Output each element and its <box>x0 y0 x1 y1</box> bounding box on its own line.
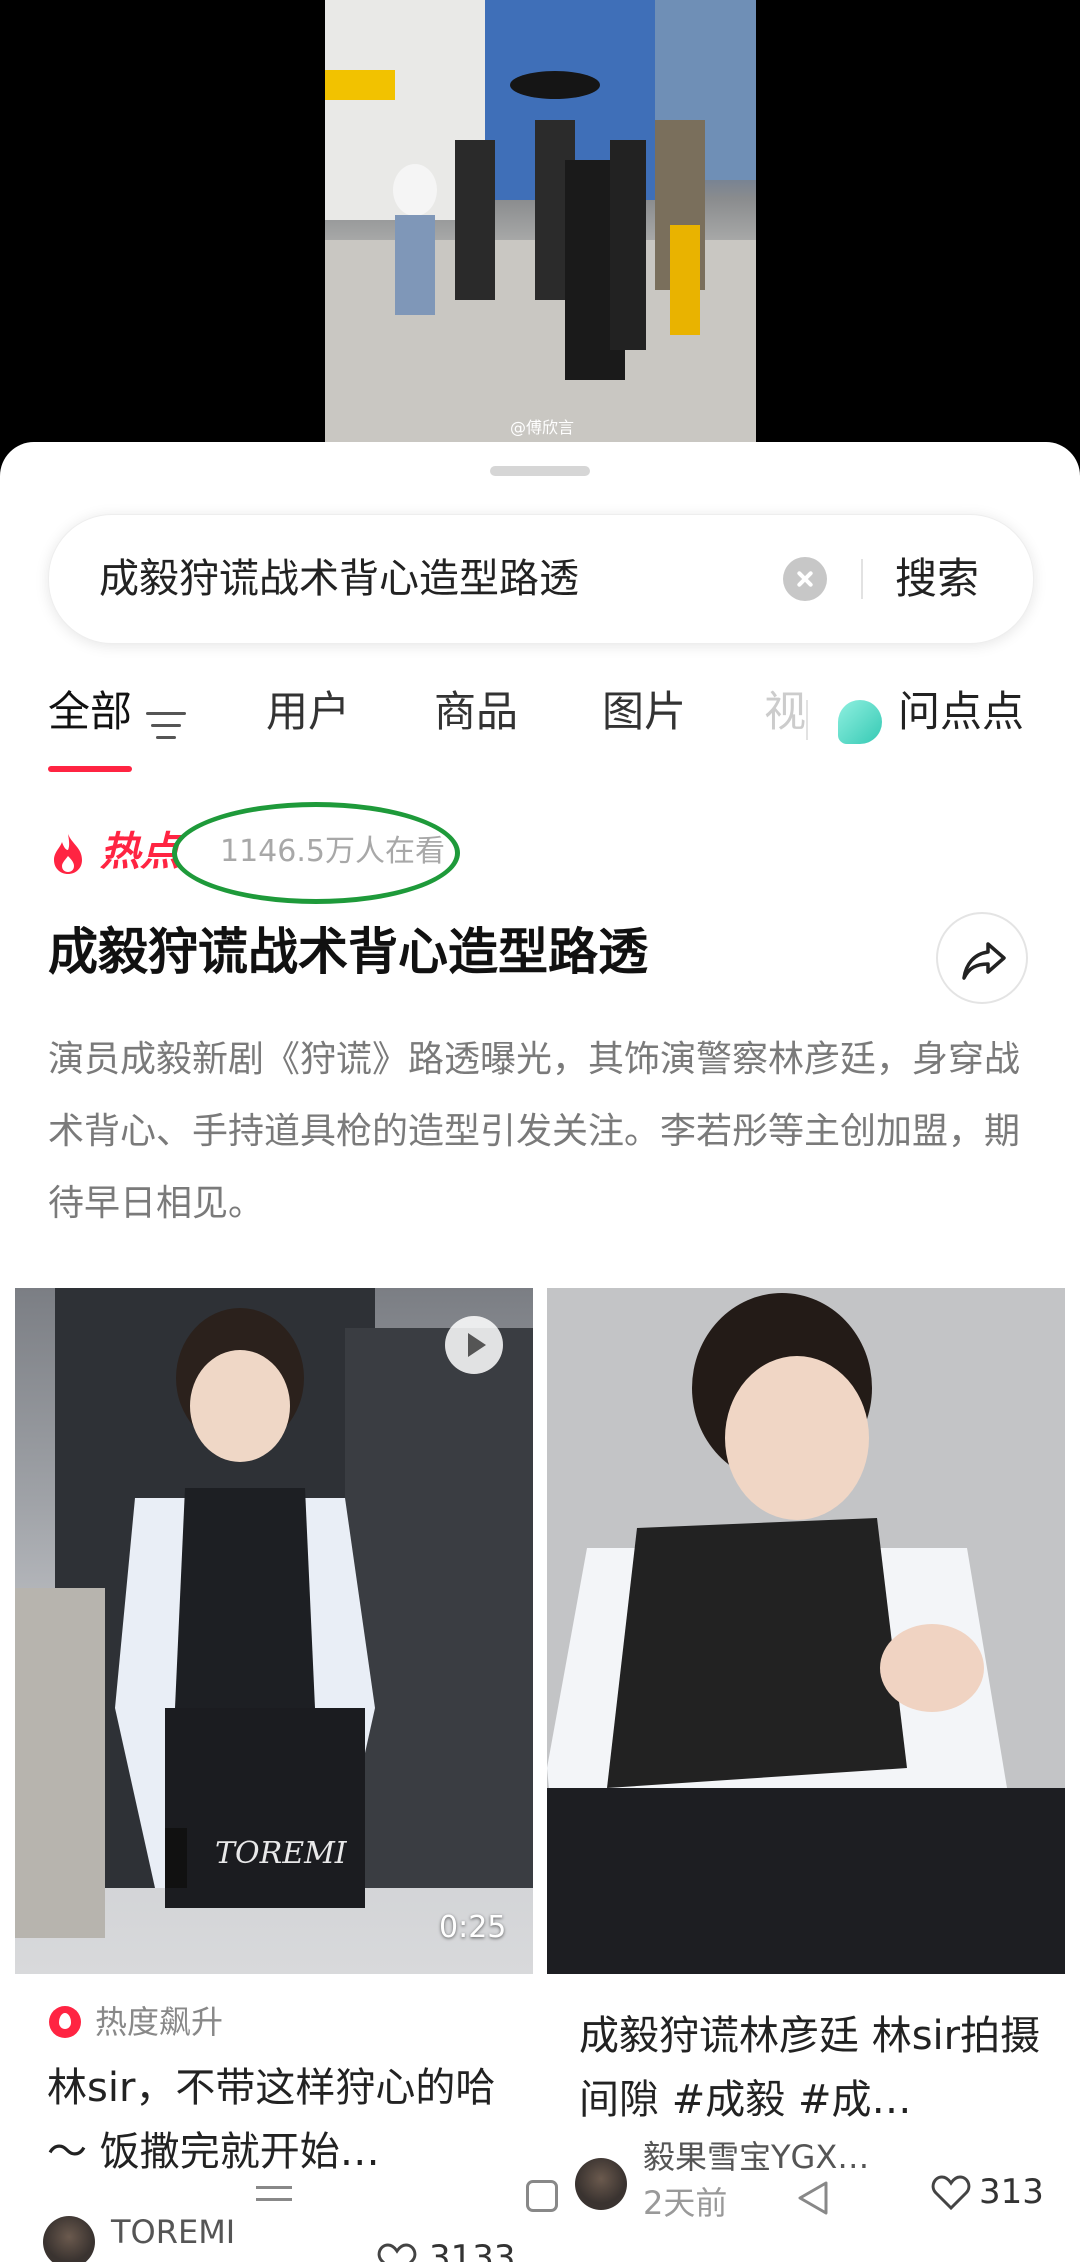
video-scene <box>325 0 756 442</box>
ask-icon[interactable] <box>838 700 882 744</box>
hot-label: 热点 <box>100 829 180 875</box>
result-card[interactable]: 成毅狩谎林彦廷 林sir拍摄间隙 #成毅 #成… 毅果雪宝YGX… 2天前 31… <box>547 1288 1065 2262</box>
card-thumbnail[interactable] <box>547 1288 1065 1974</box>
card-thumbnail[interactable]: TOREMI 0:25 <box>15 1288 533 1974</box>
sheet-drag-handle[interactable] <box>490 466 590 476</box>
topic-title[interactable]: 成毅狩谎战术背心造型路透 <box>48 912 648 992</box>
tab-all[interactable]: 全部 <box>48 662 132 762</box>
thumbnail-scene <box>15 1288 533 1938</box>
share-button[interactable] <box>936 912 1028 1004</box>
clear-icon[interactable] <box>783 557 827 601</box>
search-bar[interactable]: 成毅狩谎战术背心造型路透 搜索 <box>48 514 1034 644</box>
fire-icon <box>54 834 82 874</box>
ask-divider <box>806 700 808 740</box>
share-icon <box>962 942 1006 980</box>
search-results-sheet: 成毅狩谎战术背心造型路透 搜索 全部 用户 商品 图片 视 问点点 热点 114… <box>0 442 1080 2262</box>
search-divider <box>861 559 863 599</box>
card-title[interactable]: 成毅狩谎林彦廷 林sir拍摄间隙 #成毅 #成… <box>579 2004 1049 2132</box>
card-title[interactable]: 林sir，不带这样狩心的哈～ 饭撒完就开始… <box>47 2056 517 2184</box>
result-card[interactable]: TOREMI 0:25 热度飙升 林sir，不带这样狩心的哈～ 饭撒完就开始… … <box>15 1288 533 2262</box>
thumbnail-watermark: TOREMI <box>215 1836 347 1871</box>
trending-badge: 热度飙升 <box>95 2003 224 2041</box>
play-icon <box>445 1316 503 1374</box>
video-duration: 0:25 <box>439 1910 507 1945</box>
active-tab-indicator <box>48 766 132 772</box>
thumbnail-scene <box>547 1288 1065 1974</box>
system-navigation-bar <box>0 2166 1080 2262</box>
search-button[interactable]: 搜索 <box>895 515 979 643</box>
tab-video-partial[interactable]: 视 <box>764 662 806 762</box>
home-icon[interactable] <box>526 2180 558 2212</box>
back-icon[interactable] <box>796 2180 830 2216</box>
menu-icon[interactable] <box>256 2186 292 2210</box>
filter-icon[interactable] <box>146 712 186 740</box>
highlight-annotation <box>172 802 460 904</box>
tab-products[interactable]: 商品 <box>434 662 518 762</box>
search-input[interactable]: 成毅狩谎战术背心造型路透 <box>99 515 579 643</box>
video-frame[interactable]: @傅欣言 <box>325 0 756 442</box>
video-watermark: @傅欣言 <box>510 418 575 437</box>
video-player[interactable]: @傅欣言 <box>0 0 1080 460</box>
topic-description: 演员成毅新剧《狩谎》路透曝光，其饰演警察林彦廷，身穿战术背心、手持道具枪的造型引… <box>48 1039 1021 1224</box>
tab-users[interactable]: 用户 <box>266 662 350 762</box>
tab-images[interactable]: 图片 <box>602 662 686 762</box>
ask-button[interactable]: 问点点 <box>898 662 1024 762</box>
trending-badge-icon <box>49 2006 81 2038</box>
